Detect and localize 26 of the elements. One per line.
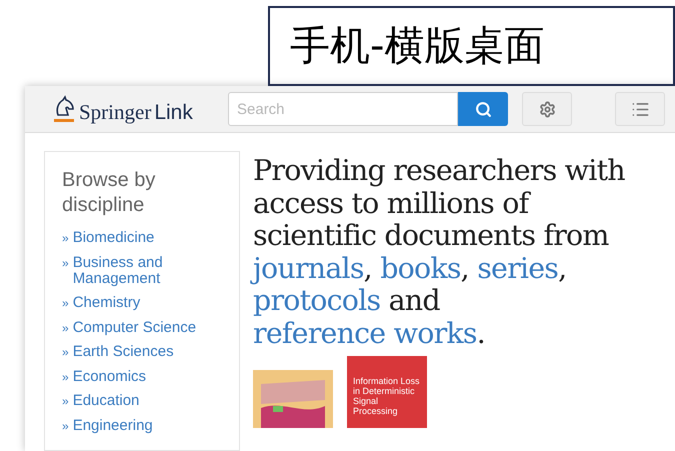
headline-link[interactable]: reference works: [253, 316, 477, 350]
link-marker: »: [62, 230, 69, 246]
link-marker: »: [62, 254, 69, 272]
logo-suffix: Link: [154, 102, 193, 123]
sidebar-heading: Browse by discipline: [62, 168, 156, 218]
link-marker: »: [62, 344, 69, 360]
discipline-link[interactable]: Engineering: [72, 418, 153, 434]
discipline-link[interactable]: Earth Sciences: [72, 344, 174, 360]
link-marker: »: [62, 418, 69, 434]
discipline-link[interactable]: Economics: [72, 368, 146, 384]
slide-title: 手机-横版桌面: [268, 6, 675, 86]
search-field[interactable]: Search: [228, 92, 458, 126]
discipline-link[interactable]: Chemistry: [72, 295, 140, 311]
logo-text: Springer: [79, 102, 152, 123]
discipline-link[interactable]: Biomedicine: [72, 230, 154, 246]
headline-link[interactable]: series: [477, 252, 558, 284]
discipline-link[interactable]: Education: [72, 393, 140, 409]
discipline-link[interactable]: Computer Science: [72, 320, 196, 336]
link-marker: »: [62, 393, 69, 409]
headline-link[interactable]: protocols: [253, 284, 380, 317]
discipline-link[interactable]: Business and Management: [72, 254, 222, 286]
link-marker: »: [62, 320, 69, 336]
link-marker: »: [62, 368, 69, 384]
link-marker: »: [62, 295, 69, 311]
book-title: Information Loss in Deterministic Signal Processing: [353, 376, 421, 416]
headline-link[interactable]: books: [380, 252, 461, 284]
